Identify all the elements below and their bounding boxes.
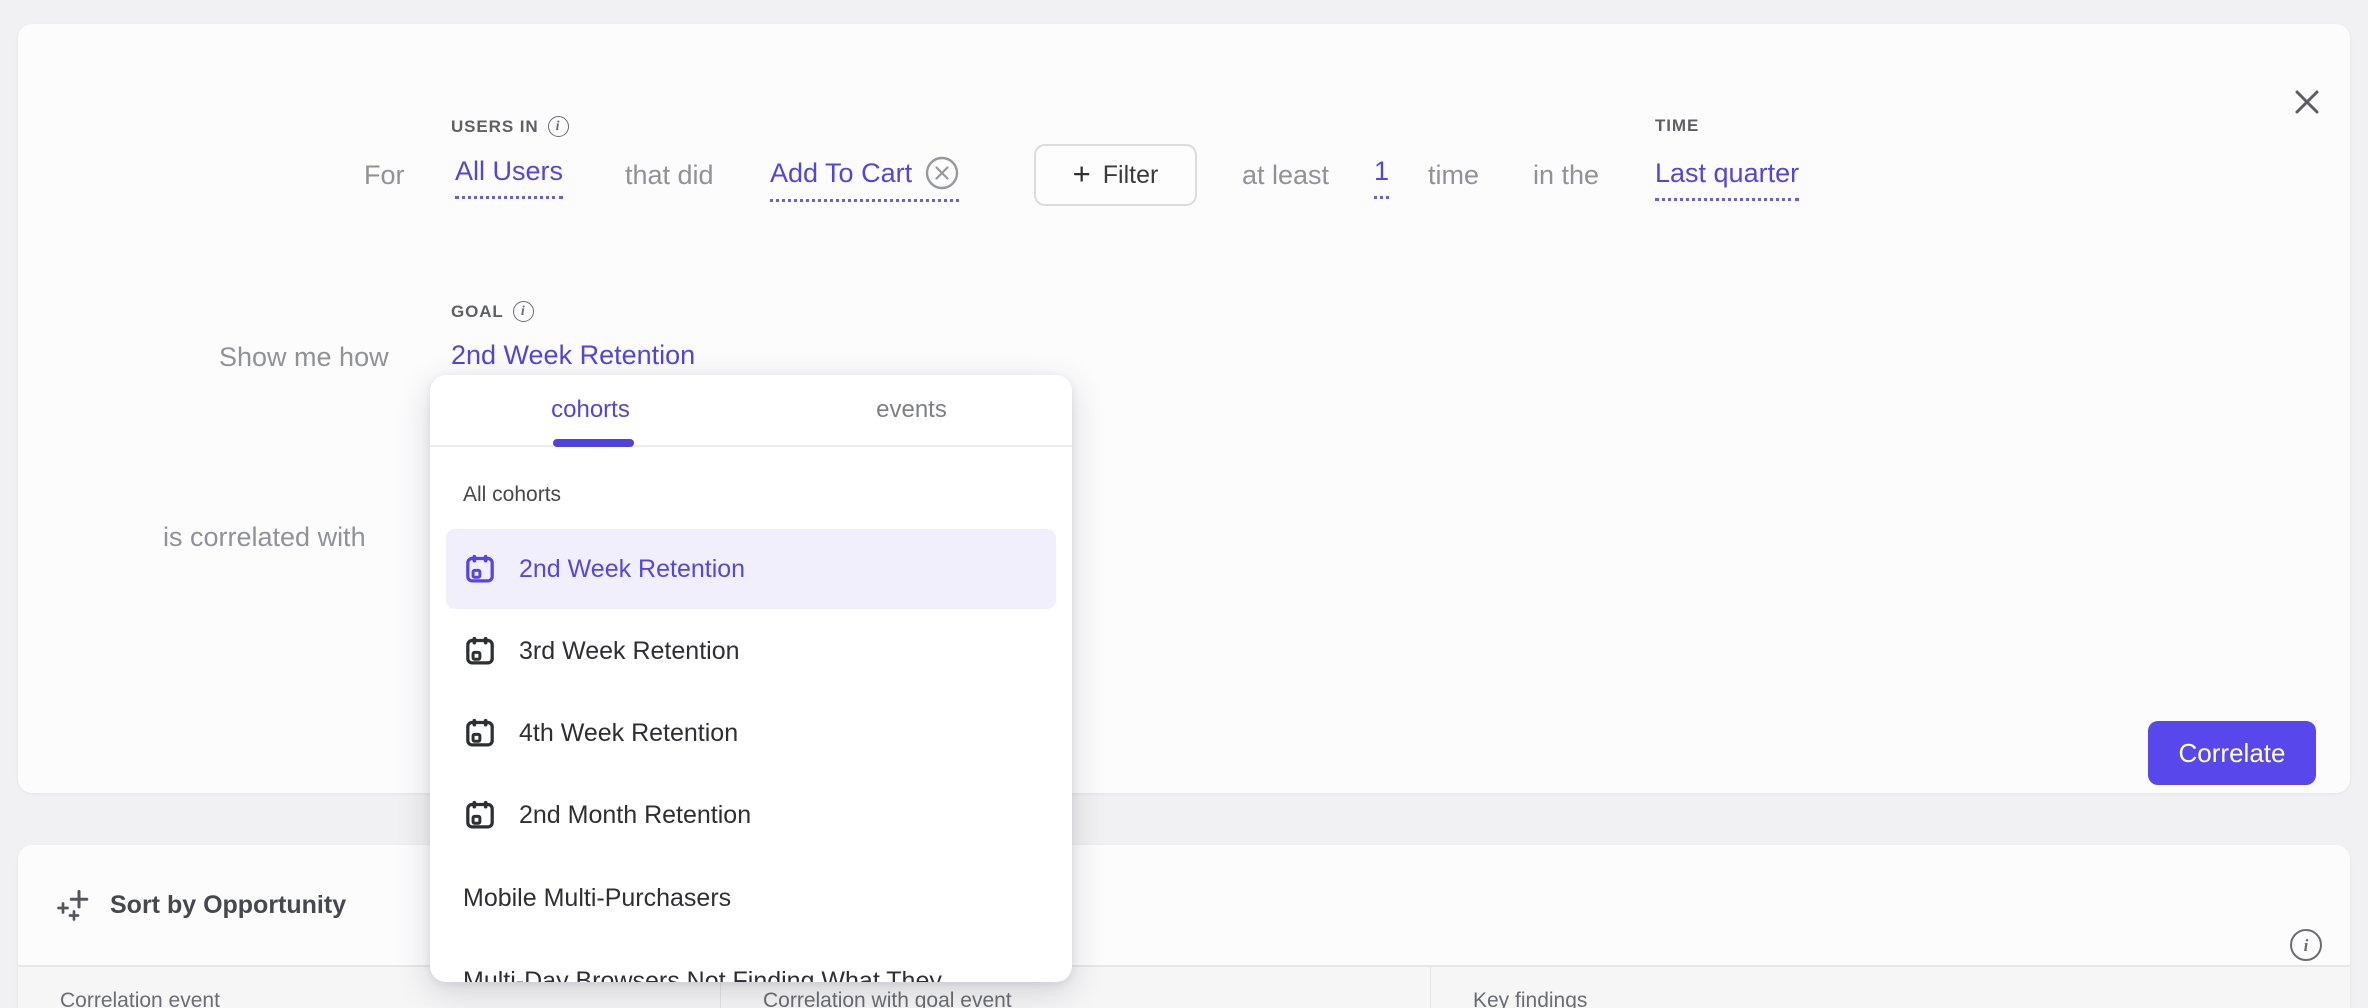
dropdown-tabbar: cohorts events: [430, 375, 1072, 447]
list-item-2nd-month-retention[interactable]: 2nd Month Retention: [446, 775, 1056, 855]
sort-by-opportunity-label: Sort by Opportunity: [110, 891, 346, 920]
correlate-button[interactable]: Correlate: [2148, 721, 2316, 785]
list-item-2nd-week-retention[interactable]: 2nd Week Retention: [446, 529, 1056, 609]
column-header-key-findings: Key findings: [1430, 967, 2350, 1008]
tab-cohorts[interactable]: cohorts: [430, 375, 751, 445]
add-filter-button-label: Filter: [1103, 161, 1159, 190]
time-word: time: [1428, 160, 1479, 191]
time-label: TIME: [1655, 116, 1699, 136]
opportunity-sparkle-icon: [55, 886, 93, 924]
users-in-label-text: USERS IN: [451, 117, 539, 137]
goal-label: GOAL i: [451, 301, 534, 322]
active-tab-indicator: [553, 439, 634, 447]
that-did-word: that did: [625, 160, 714, 191]
close-icon[interactable]: [2290, 85, 2324, 119]
list-item-label: 2nd Month Retention: [519, 801, 751, 830]
list-item-3rd-week-retention[interactable]: 3rd Week Retention: [446, 611, 1056, 691]
list-item-4th-week-retention[interactable]: 4th Week Retention: [446, 693, 1056, 773]
show-me-how-word: Show me how: [219, 342, 389, 373]
date-range-selector[interactable]: Last quarter: [1655, 158, 1799, 201]
event-selector[interactable]: Add To Cart: [770, 156, 959, 202]
results-table-header: Correlation event Correlation with goal …: [18, 965, 2350, 1008]
event-count-selector[interactable]: 1: [1374, 156, 1389, 199]
goal-info-icon[interactable]: i: [513, 301, 534, 322]
calendar-icon: [463, 634, 497, 668]
time-label-text: TIME: [1655, 116, 1699, 136]
sort-by-opportunity-control[interactable]: Sort by Opportunity: [55, 845, 346, 965]
plus-icon: +: [1073, 156, 1091, 192]
for-word: For: [364, 160, 405, 191]
calendar-icon: [463, 716, 497, 750]
event-selector-label[interactable]: Add To Cart: [770, 158, 912, 189]
list-item-label: 4th Week Retention: [519, 719, 738, 748]
users-in-info-icon[interactable]: i: [548, 116, 569, 137]
add-filter-button[interactable]: + Filter: [1034, 144, 1197, 206]
remove-event-icon[interactable]: [925, 156, 959, 190]
list-item-label: 3rd Week Retention: [519, 637, 740, 666]
all-cohorts-section-label: All cohorts: [463, 483, 561, 507]
in-the-word: in the: [1533, 160, 1599, 191]
calendar-icon: [463, 552, 497, 586]
correlation-query-page: USERS IN i For All Users that did Add To…: [0, 0, 2368, 1008]
goal-dropdown: cohorts events All cohorts 2nd Week Rete…: [430, 375, 1072, 982]
cohort-selector[interactable]: All Users: [455, 156, 563, 199]
users-in-label: USERS IN i: [451, 116, 569, 137]
is-correlated-with-word: is correlated with: [163, 522, 366, 553]
list-item-multi-day-browsers[interactable]: Multi-Day Browsers Not Finding What They: [446, 941, 1056, 982]
tab-events[interactable]: events: [751, 375, 1072, 445]
list-item-label: Multi-Day Browsers Not Finding What They: [463, 967, 942, 983]
list-item-mobile-multi-purchasers[interactable]: Mobile Multi-Purchasers: [446, 858, 1056, 938]
results-info-icon[interactable]: i: [2290, 929, 2322, 961]
results-card: Sort by Opportunity i Correlation event …: [18, 845, 2350, 1008]
at-least-word: at least: [1242, 160, 1329, 191]
goal-label-text: GOAL: [451, 302, 504, 322]
list-item-label: 2nd Week Retention: [519, 555, 745, 584]
calendar-icon: [463, 798, 497, 832]
list-item-label: Mobile Multi-Purchasers: [463, 884, 731, 913]
query-builder-card: USERS IN i For All Users that did Add To…: [18, 24, 2350, 793]
